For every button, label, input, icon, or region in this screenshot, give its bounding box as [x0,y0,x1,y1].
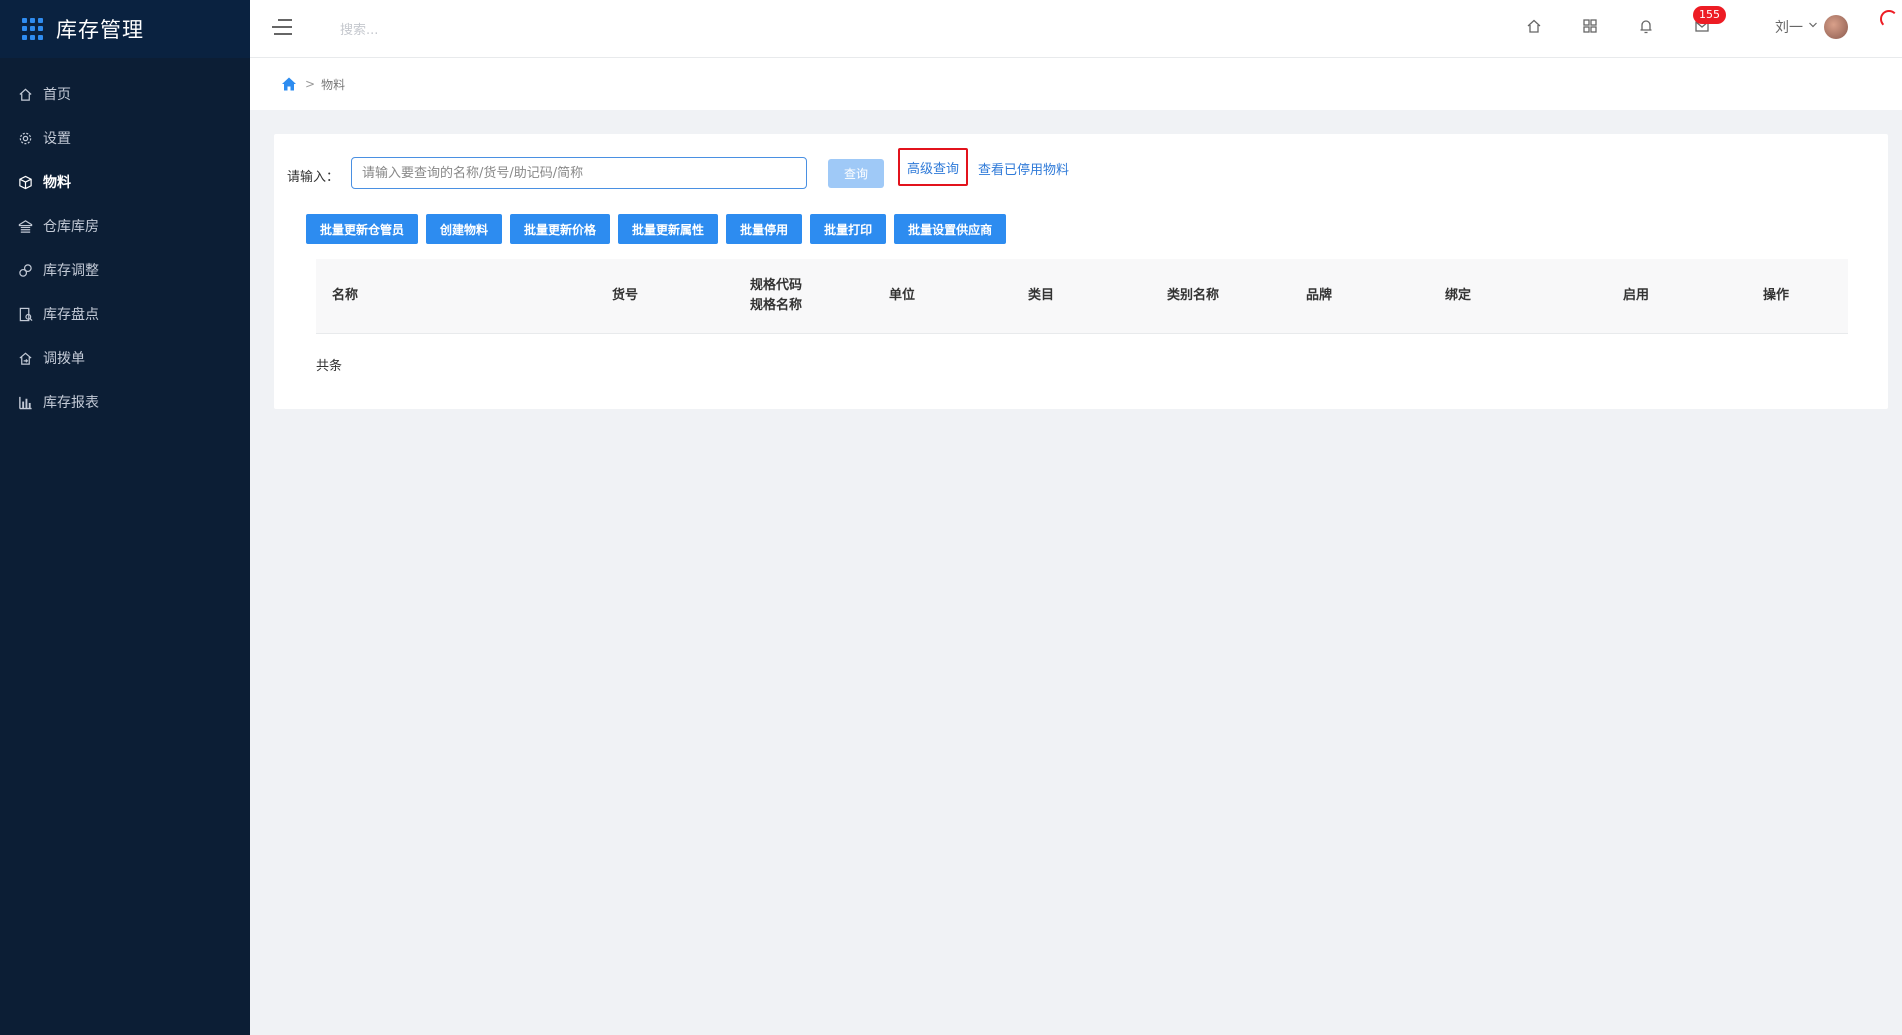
home-icon[interactable] [1525,17,1543,35]
batch-print-button[interactable]: 批量打印 [810,214,887,244]
sidebar-item-warehouse[interactable]: 仓库库房 [0,204,250,248]
user-name[interactable]: 刘一 [1775,17,1803,37]
top-header: 155 刘一 [250,0,1902,58]
sidebar-item-home[interactable]: 首页 [0,72,250,116]
chevron-down-icon[interactable] [1808,20,1818,30]
sidebar-item-label: 首页 [43,87,71,103]
column-header-category-name: 类别名称 [1167,288,1220,303]
materials-table: 名称 货号 规格代码 规格名称 单位 类目 类别名称 品牌 绑定 启用 操作 [316,259,1848,334]
sidebar-item-label: 设置 [43,131,71,147]
column-header-name: 名称 [332,288,359,303]
create-material-button[interactable]: 创建物料 [426,214,503,244]
adjust-icon [19,263,32,277]
global-search-input[interactable] [338,16,562,44]
sidebar-item-label: 库存盘点 [43,307,99,323]
table-header: 名称 货号 规格代码 规格名称 单位 类目 类别名称 品牌 绑定 启用 操作 [316,259,1848,334]
loading-spinner-icon [1880,10,1898,28]
column-header-enabled: 启用 [1623,288,1650,303]
batch-set-supplier-button[interactable]: 批量设置供应商 [894,214,1007,244]
breadcrumb-separator: > [305,77,316,91]
gear-icon [19,132,32,144]
column-header-brand: 品牌 [1306,288,1333,303]
inventory-check-icon [19,307,33,321]
sidebar-item-materials[interactable]: 物料 [0,160,250,204]
sidebar-item-settings[interactable]: 设置 [0,116,250,160]
advanced-query-link[interactable]: 高级查询 [898,148,968,186]
batch-update-attributes-button[interactable]: 批量更新属性 [618,214,719,244]
material-search-input[interactable] [351,157,807,189]
breadcrumb: > 物料 [250,58,1902,110]
batch-disable-button[interactable]: 批量停用 [726,214,803,244]
app-grid-icon [22,18,44,40]
sidebar-item-label: 仓库库房 [43,219,99,235]
query-label: 请输入： [287,170,340,185]
column-header-bound: 绑定 [1445,288,1472,303]
column-header-spec: 规格代码 规格名称 [750,278,803,313]
sidebar-item-label: 库存调整 [43,263,99,279]
sidebar: 库存管理 首页 设置 物料 仓库库房 库存调整 库存盘点 调拨单 库存报表 [0,0,250,1035]
view-disabled-materials-link[interactable]: 查看已停用物料 [978,159,1069,178]
transfer-icon [19,352,32,365]
sidebar-item-label: 物料 [43,175,71,191]
warehouse-icon [18,219,33,233]
sidebar-item-stock-check[interactable]: 库存盘点 [0,292,250,336]
menu-toggle-icon[interactable] [272,19,292,37]
breadcrumb-current: 物料 [321,77,346,92]
apps-grid-icon[interactable] [1581,17,1599,35]
sidebar-item-label: 库存报表 [43,395,99,411]
materials-panel: 请输入： 查询 高级查询 查看已停用物料 批量更新仓管员 创建物料 批量更新价格… [274,134,1888,409]
home-icon [19,88,32,101]
batch-update-price-button[interactable]: 批量更新价格 [510,214,611,244]
sidebar-item-stock-report[interactable]: 库存报表 [0,380,250,424]
column-header-unit: 单位 [889,288,916,303]
notification-badge: 155 [1693,6,1726,24]
box-icon [19,175,32,189]
query-button[interactable]: 查询 [828,159,884,188]
total-count: 共条 [316,359,343,374]
bar-chart-icon [19,396,32,409]
column-header-sku: 货号 [612,288,639,303]
sidebar-menu: 首页 设置 物料 仓库库房 库存调整 库存盘点 调拨单 库存报表 [0,72,250,424]
bell-icon[interactable] [1637,17,1655,35]
sidebar-item-stock-adjust[interactable]: 库存调整 [0,248,250,292]
avatar[interactable] [1824,15,1848,39]
column-header-category: 类目 [1028,288,1055,303]
sidebar-item-transfer[interactable]: 调拨单 [0,336,250,380]
batch-update-keeper-button[interactable]: 批量更新仓管员 [306,214,419,244]
sidebar-item-label: 调拨单 [43,351,85,367]
brand: 库存管理 [0,0,250,58]
app-title: 库存管理 [56,18,144,42]
action-toolbar: 批量更新仓管员 创建物料 批量更新价格 批量更新属性 批量停用 批量打印 批量设… [306,214,1014,244]
home-icon[interactable] [281,76,297,92]
column-header-actions: 操作 [1763,288,1790,303]
